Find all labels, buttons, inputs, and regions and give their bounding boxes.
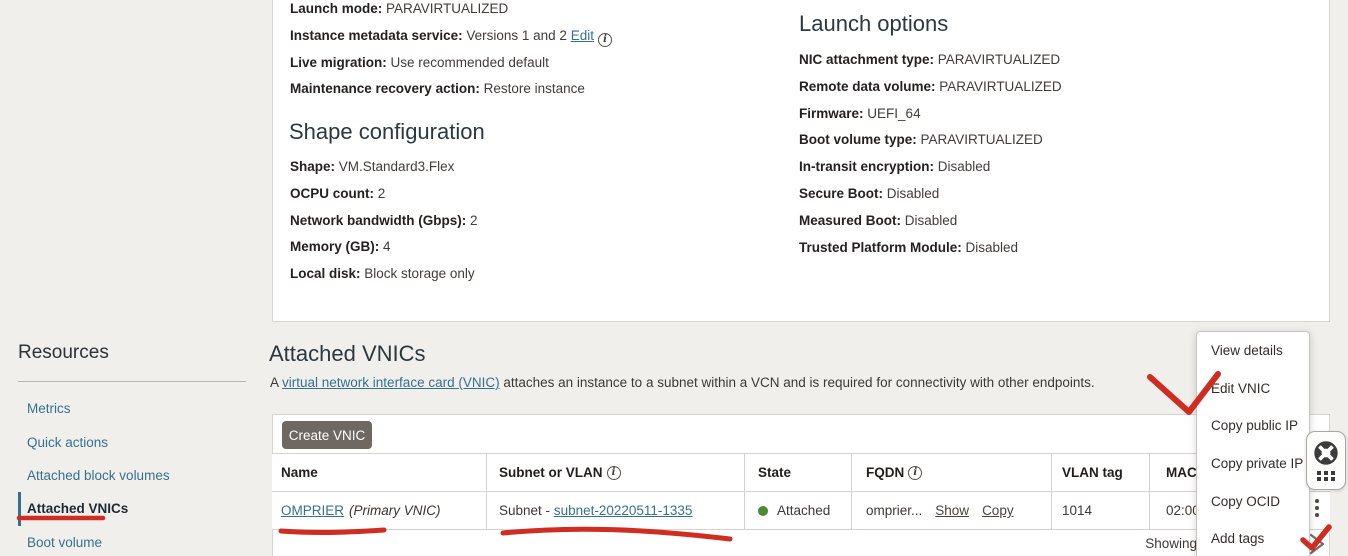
detail-remote-data-volume: Remote data volume: PARAVIRTUALIZED [799, 74, 1062, 101]
detail-bandwidth: Network bandwidth (Gbps): 2 [290, 208, 478, 235]
launch-options-details: NIC attachment type: PARAVIRTUALIZED Rem… [799, 47, 1062, 261]
subnet-link[interactable]: subnet-20220511-1335 [554, 503, 693, 518]
sidebar-resources-list: Metrics Quick actions Attached block vol… [18, 392, 248, 556]
detail-nic-attachment: NIC attachment type: PARAVIRTUALIZED [799, 47, 1062, 74]
fqdn-copy-link[interactable]: Copy [982, 503, 1014, 518]
sidebar-item-attached-vnics[interactable]: Attached VNICs [18, 492, 248, 525]
cell-name: OMPRIER (Primary VNIC) [272, 492, 487, 529]
primary-vnic-note: (Primary VNIC) [349, 503, 441, 518]
sidebar-item-quick-actions[interactable]: Quick actions [18, 425, 248, 458]
detail-secure-boot: Secure Boot: Disabled [799, 181, 1062, 208]
col-header-vlan-tag: VLAN tag [1052, 454, 1150, 491]
col-header-name: Name [272, 454, 487, 491]
info-icon[interactable] [607, 466, 621, 480]
col-header-state: State [745, 454, 852, 491]
shape-details: Shape: VM.Standard3.Flex OCPU count: 2 N… [290, 154, 478, 288]
sidebar-divider [18, 381, 246, 382]
info-icon[interactable] [908, 466, 922, 480]
detail-metadata-service: Instance metadata service: Versions 1 an… [290, 23, 612, 50]
menu-item-view-details[interactable]: View details [1197, 332, 1309, 370]
vnic-doc-link[interactable]: virtual network interface card (VNIC) [282, 375, 500, 390]
fqdn-show-link[interactable]: Show [935, 503, 969, 518]
menu-item-copy-public-ip[interactable]: Copy public IP [1197, 407, 1309, 445]
col-header-subnet: Subnet or VLAN [487, 454, 745, 491]
vnic-name-link[interactable]: OMPRIER [281, 503, 344, 518]
info-icon[interactable] [598, 33, 612, 47]
menu-item-edit-vnic[interactable]: Edit VNIC [1197, 370, 1309, 408]
detail-launch-mode: Launch mode: PARAVIRTUALIZED [290, 0, 612, 23]
row-actions-kebab-icon[interactable] [1311, 497, 1323, 519]
menu-item-add-tags[interactable]: Add tags [1197, 520, 1309, 556]
grid-dots-icon [1317, 471, 1335, 482]
shape-configuration-heading: Shape configuration [289, 119, 485, 145]
edit-metadata-link[interactable]: Edit [571, 28, 594, 43]
cell-vlan-tag: 1014 [1052, 492, 1150, 529]
detail-local-disk: Local disk: Block storage only [290, 261, 478, 288]
detail-tpm: Trusted Platform Module: Disabled [799, 235, 1062, 262]
general-details: Launch mode: PARAVIRTUALIZED Instance me… [290, 0, 612, 103]
resources-heading: Resources [18, 342, 109, 364]
menu-item-copy-ocid[interactable]: Copy OCID [1197, 482, 1309, 520]
menu-item-copy-private-ip[interactable]: Copy private IP [1197, 445, 1309, 483]
detail-boot-volume-type: Boot volume type: PARAVIRTUALIZED [799, 127, 1062, 154]
detail-shape: Shape: VM.Standard3.Flex [290, 154, 478, 181]
sidebar-item-boot-volume[interactable]: Boot volume [18, 526, 248, 556]
table-footer-showing: Showing [1060, 536, 1197, 551]
wheel-icon [1313, 440, 1339, 466]
detail-measured-boot: Measured Boot: Disabled [799, 208, 1062, 235]
detail-ocpu: OCPU count: 2 [290, 181, 478, 208]
vnic-actions-context-menu: View details Edit VNIC Copy public IP Co… [1196, 331, 1310, 556]
cell-fqdn: omprier...ShowCopy [852, 492, 1052, 529]
detail-firmware: Firmware: UEFI_64 [799, 101, 1062, 128]
cell-state: Attached [745, 492, 852, 529]
vnic-table-row: OMPRIER (Primary VNIC) Subnet - subnet-20… [272, 492, 1330, 530]
oci-instance-page: Launch mode: PARAVIRTUALIZED Instance me… [0, 0, 1348, 556]
attached-vnics-heading: Attached VNICs [269, 341, 426, 367]
detail-live-migration: Live migration: Use recommended default [290, 50, 612, 77]
create-vnic-button[interactable]: Create VNIC [282, 421, 372, 449]
col-header-fqdn: FQDN [852, 454, 1052, 491]
attached-vnics-description: A virtual network interface card (VNIC) … [270, 375, 1095, 390]
cell-subnet: Subnet - subnet-20220511-1335 [487, 492, 745, 529]
detail-maintenance-recovery: Maintenance recovery action: Restore ins… [290, 76, 612, 103]
detail-memory: Memory (GB): 4 [290, 234, 478, 261]
state-attached-dot [758, 506, 768, 516]
extension-widget[interactable] [1306, 431, 1346, 490]
detail-in-transit-encryption: In-transit encryption: Disabled [799, 154, 1062, 181]
sidebar-item-attached-block-volumes[interactable]: Attached block volumes [18, 459, 248, 492]
launch-options-heading: Launch options [799, 11, 948, 37]
sidebar-item-metrics[interactable]: Metrics [18, 392, 248, 425]
vnics-table-header: Name Subnet or VLAN State FQDN VLAN tag … [272, 453, 1330, 492]
